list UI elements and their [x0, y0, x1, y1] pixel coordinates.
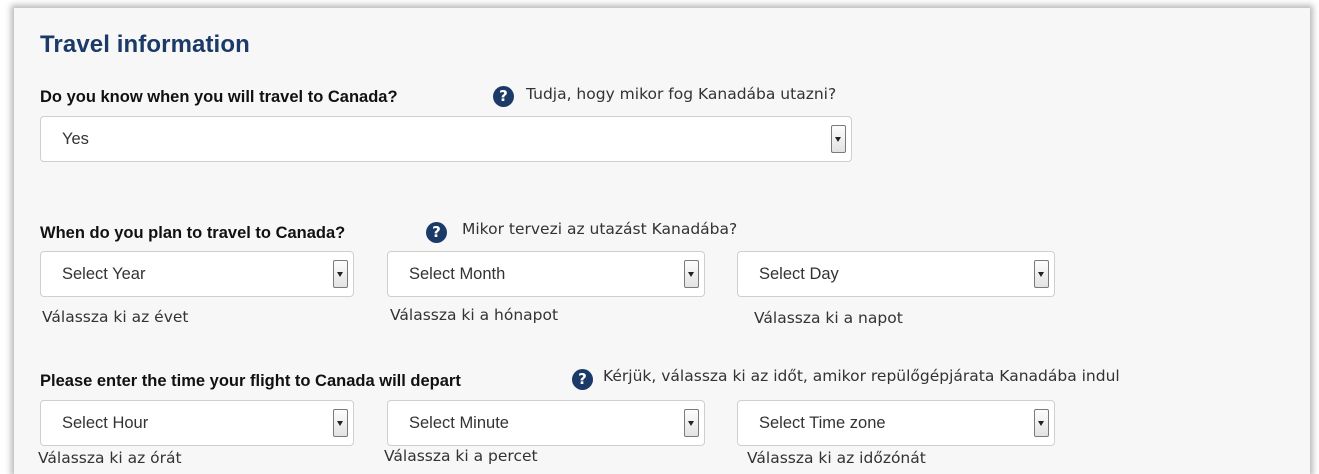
travel-information-panel: Travel information Do you know when you …: [14, 8, 1310, 474]
hour-placeholder: Select Hour: [62, 414, 149, 432]
dropdown-arrow-icon[interactable]: [684, 260, 699, 288]
minute-placeholder: Select Minute: [409, 414, 509, 432]
minute-select[interactable]: Select Minute: [387, 400, 705, 446]
dropdown-arrow-icon[interactable]: [684, 409, 699, 437]
year-select[interactable]: Select Year: [40, 251, 354, 297]
day-placeholder: Select Day: [759, 265, 839, 283]
year-placeholder: Select Year: [62, 265, 146, 283]
dropdown-arrow-icon[interactable]: [333, 260, 348, 288]
travel-known-select[interactable]: Yes: [40, 116, 852, 162]
q2-translation: Mikor tervezi az utazást Kanadába?: [462, 220, 738, 238]
travel-known-value: Yes: [62, 130, 89, 148]
year-hint: Válassza ki az évet: [42, 308, 189, 326]
q3-label: Please enter the time your flight to Can…: [40, 372, 461, 390]
q2-label: When do you plan to travel to Canada?: [40, 224, 346, 242]
q1-translation: Tudja, hogy mikor fog Kanadába utazni?: [526, 85, 837, 103]
month-select[interactable]: Select Month: [387, 251, 705, 297]
day-select[interactable]: Select Day: [737, 251, 1055, 297]
hour-hint: Válassza ki az órát: [38, 449, 182, 467]
help-icon[interactable]: ?: [426, 222, 447, 243]
dropdown-arrow-icon[interactable]: [1034, 409, 1049, 437]
timezone-hint: Válassza ki az időzónát: [747, 449, 926, 467]
dropdown-arrow-icon[interactable]: [1034, 260, 1049, 288]
hour-select[interactable]: Select Hour: [40, 400, 354, 446]
dropdown-arrow-icon[interactable]: [831, 125, 846, 153]
day-hint: Válassza ki a napot: [754, 309, 903, 327]
month-hint: Válassza ki a hónapot: [390, 306, 559, 324]
timezone-select[interactable]: Select Time zone: [737, 400, 1055, 446]
minute-hint: Válassza ki a percet: [384, 447, 538, 465]
section-title: Travel information: [40, 31, 250, 58]
q1-label: Do you know when you will travel to Cana…: [40, 88, 398, 106]
help-icon[interactable]: ?: [493, 86, 514, 107]
timezone-placeholder: Select Time zone: [759, 414, 886, 432]
q3-translation: Kérjük, válassza ki az időt, amikor repü…: [603, 367, 1120, 385]
help-icon[interactable]: ?: [572, 369, 593, 390]
dropdown-arrow-icon[interactable]: [333, 409, 348, 437]
month-placeholder: Select Month: [409, 265, 506, 283]
